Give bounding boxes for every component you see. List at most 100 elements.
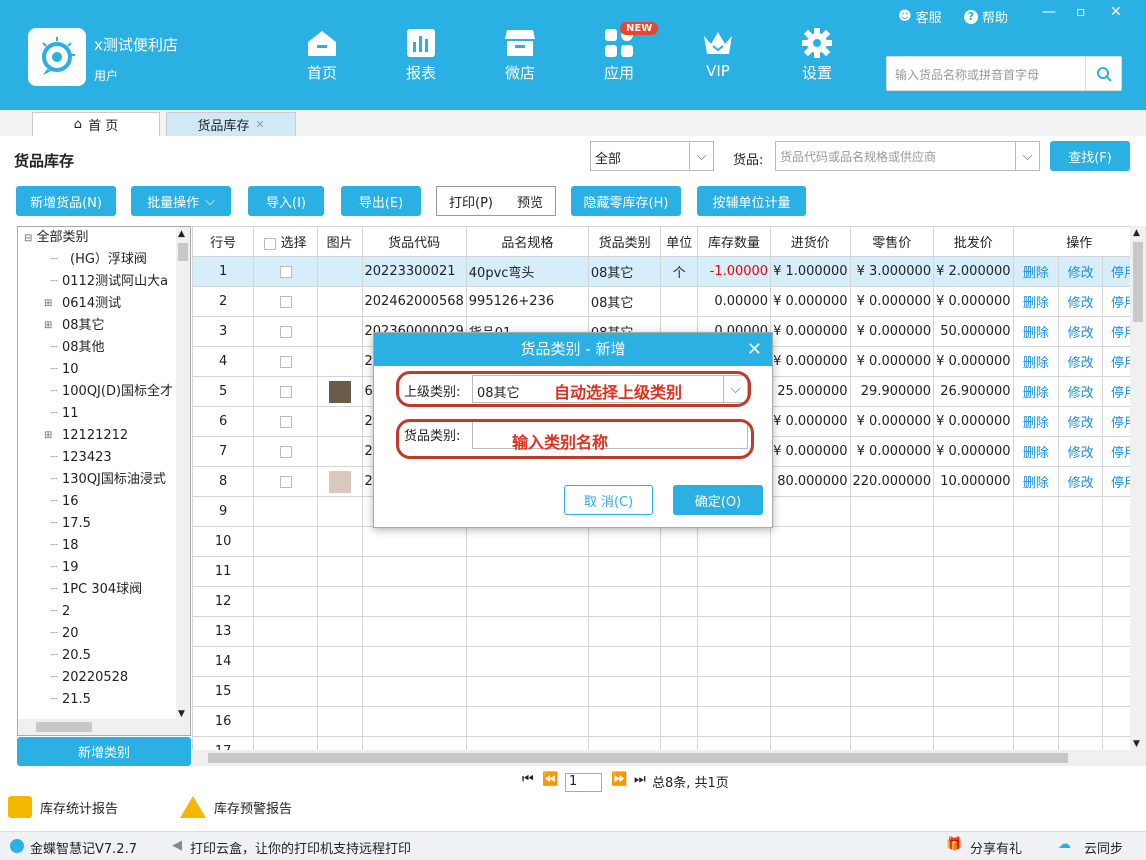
delete-link[interactable]: 删除 <box>1012 406 1060 437</box>
row-select-cell[interactable] <box>253 466 318 497</box>
tab-home[interactable]: ⌂ 首 页 <box>32 112 160 136</box>
tree-item[interactable]: ⊞ 0614测试 <box>18 293 190 315</box>
stock-alert-report-link[interactable]: 库存预警报告 <box>180 796 292 818</box>
edit-link[interactable]: 修改 <box>1058 316 1104 347</box>
add-category-button[interactable]: 新增类别 <box>17 737 191 766</box>
column-header[interactable]: 图片 <box>316 226 363 257</box>
tree-horizontal-scrollbar[interactable] <box>18 719 190 735</box>
export-button[interactable]: 导出(E) <box>341 186 421 216</box>
tree-item[interactable]: ┄ 100QJ(D)国标全才 <box>18 381 190 403</box>
edit-link[interactable]: 修改 <box>1058 286 1104 317</box>
tree-item[interactable]: ┄ 2 <box>18 601 190 623</box>
row-checkbox[interactable] <box>279 445 292 458</box>
share-gift-link[interactable]: 分享有礼 <box>970 838 1022 857</box>
nav-apps[interactable]: 应用 <box>584 28 654 83</box>
column-header[interactable]: 行号 <box>192 226 255 257</box>
row-checkbox[interactable] <box>279 475 292 488</box>
tree-item[interactable]: ┄ 20220528 <box>18 667 190 689</box>
select-all-checkbox[interactable] <box>264 237 277 250</box>
print-cloud-tip[interactable]: 打印云盒，让你的打印机支持远程打印 <box>190 838 411 857</box>
tree-item[interactable]: ┄ 19 <box>18 557 190 579</box>
edit-link[interactable]: 修改 <box>1058 346 1104 377</box>
tab-close-icon[interactable]: ✕ <box>255 118 264 131</box>
tree-item[interactable]: ┄ (HG）浮球阀 <box>18 249 190 271</box>
tree-item[interactable]: ┄ 0112测试阿山大a <box>18 271 190 293</box>
dialog-close-icon[interactable]: ✕ <box>747 333 762 366</box>
edit-link[interactable]: 修改 <box>1058 436 1104 467</box>
table-row[interactable]: 14 <box>192 646 1146 677</box>
tree-item[interactable]: ┄ 18 <box>18 535 190 557</box>
column-header[interactable]: 选择 <box>253 226 318 257</box>
row-checkbox[interactable] <box>279 415 292 428</box>
goods-search-input[interactable]: 货品代码或品名规格或供应商 ⌵ <box>775 141 1040 171</box>
expand-icon[interactable]: ⊞ <box>44 315 52 337</box>
delete-link[interactable]: 删除 <box>1012 376 1060 407</box>
column-header[interactable]: 进货价 <box>770 226 851 257</box>
stock-stats-report-link[interactable]: 库存统计报告 <box>8 796 118 818</box>
table-row[interactable]: 10 <box>192 526 1146 557</box>
tree-vertical-scrollbar[interactable]: ▲ ▼ <box>176 227 190 721</box>
delete-link[interactable]: 删除 <box>1012 466 1060 497</box>
header-search-input[interactable]: 输入货品名称或拼音首字母 <box>895 66 1039 83</box>
row-select-cell[interactable] <box>253 316 318 347</box>
row-checkbox[interactable] <box>279 295 292 308</box>
nav-home[interactable]: 首页 <box>287 28 357 83</box>
edit-link[interactable]: 修改 <box>1058 466 1104 497</box>
grid-horizontal-scrollbar[interactable] <box>192 750 1146 766</box>
row-select-cell[interactable] <box>253 406 318 437</box>
tree-item[interactable]: ⊞ 12121212 <box>18 425 190 447</box>
nav-microshop[interactable]: 微店 <box>485 28 555 83</box>
next-page-button[interactable]: ⏩ <box>611 772 627 787</box>
import-button[interactable]: 导入(I) <box>248 186 324 216</box>
grid-vertical-scrollbar[interactable]: ▲ ▼ <box>1130 226 1146 751</box>
expand-icon[interactable]: ⊞ <box>44 293 52 315</box>
aux-unit-button[interactable]: 按辅单位计量 <box>697 186 806 216</box>
tree-root[interactable]: ⊟ 全部类别 <box>18 227 190 249</box>
minimize-button[interactable]: — <box>1042 4 1056 20</box>
column-header[interactable]: 操作 <box>1012 226 1146 257</box>
last-page-button[interactable]: ⏭ <box>634 772 646 787</box>
row-checkbox[interactable] <box>279 265 292 278</box>
collapse-icon[interactable]: ⊟ <box>24 233 32 244</box>
hide-zero-stock-button[interactable]: 隐藏零库存(H) <box>571 186 681 216</box>
row-select-cell[interactable] <box>253 376 318 407</box>
print-button[interactable]: 打印(P) <box>436 186 506 216</box>
row-checkbox[interactable] <box>279 355 292 368</box>
table-row[interactable]: 11 <box>192 556 1146 587</box>
edit-link[interactable]: 修改 <box>1058 256 1104 287</box>
close-window-button[interactable]: ✕ <box>1110 4 1122 20</box>
search-button[interactable] <box>1085 57 1121 90</box>
column-header[interactable]: 零售价 <box>849 226 935 257</box>
row-select-cell[interactable] <box>253 286 318 317</box>
column-header[interactable]: 库存数量 <box>696 226 772 257</box>
table-row[interactable]: 12 <box>192 586 1146 617</box>
table-row[interactable]: 16 <box>192 706 1146 737</box>
tree-item[interactable]: ┄ 21.5 <box>18 689 190 711</box>
add-goods-button[interactable]: 新增货品(N) <box>16 186 116 216</box>
tree-item[interactable]: ┄ 17.5 <box>18 513 190 535</box>
table-row[interactable]: 13 <box>192 616 1146 647</box>
delete-link[interactable]: 删除 <box>1012 346 1060 377</box>
table-row[interactable]: 15 <box>192 676 1146 707</box>
column-header[interactable]: 货品类别 <box>587 226 662 257</box>
row-select-cell[interactable] <box>253 346 318 377</box>
find-button[interactable]: 查找(F) <box>1050 141 1130 171</box>
column-header[interactable]: 单位 <box>660 226 698 257</box>
table-row[interactable]: 1 20223300021 40pvc弯头 08其它个 -1.00000 ¥ 1.0000… <box>192 256 1146 287</box>
first-page-button[interactable]: ⏮ <box>522 772 534 787</box>
delete-link[interactable]: 删除 <box>1012 436 1060 467</box>
tree-item[interactable]: ┄ 20.5 <box>18 645 190 667</box>
tree-item[interactable]: ┄ 123423 <box>18 447 190 469</box>
service-link[interactable]: ☻ 客服 <box>898 7 942 26</box>
delete-link[interactable]: 删除 <box>1012 316 1060 347</box>
prev-page-button[interactable]: ⏪ <box>542 772 558 787</box>
delete-link[interactable]: 删除 <box>1012 286 1060 317</box>
tab-inventory[interactable]: 货品库存 ✕ <box>166 112 296 136</box>
tree-item[interactable]: ┄ 10 <box>18 359 190 381</box>
tree-item[interactable]: ┄ 08其他 <box>18 337 190 359</box>
column-header[interactable]: 批发价 <box>933 226 1014 257</box>
table-row[interactable]: 2 202462000568 995126+236 08其它 0.00000 ¥ 0.00… <box>192 286 1146 317</box>
tree-item[interactable]: ┄ 20 <box>18 623 190 645</box>
nav-vip[interactable]: VIP <box>683 28 753 80</box>
tree-item[interactable]: ⊞ 08其它 <box>18 315 190 337</box>
